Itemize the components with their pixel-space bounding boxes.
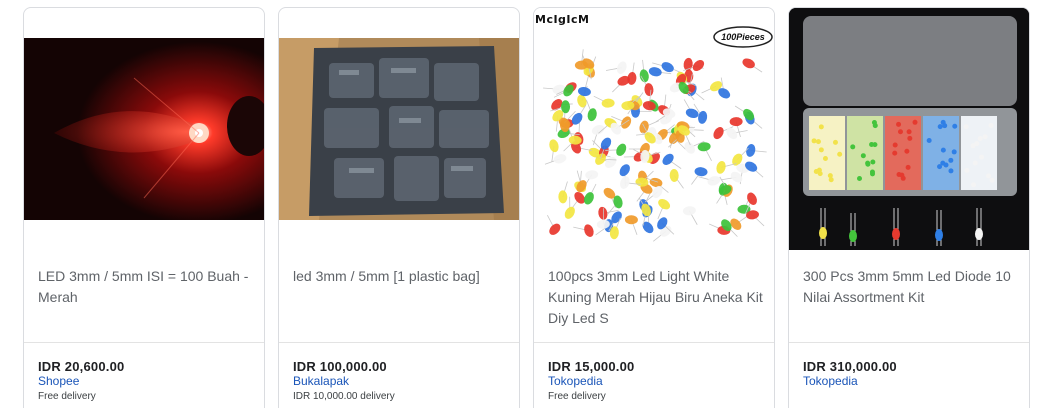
divider — [24, 342, 264, 343]
product-price: IDR 310,000.00 — [803, 359, 897, 374]
seller-link[interactable]: Shopee — [38, 374, 79, 388]
led-assortment-box-photo-icon[interactable] — [789, 8, 1029, 250]
seller-link[interactable]: Tokopedia — [548, 374, 603, 388]
product-carousel: LED 3mm / 5mm ISI = 100 Buah - Merah IDR… — [0, 0, 1041, 408]
colorful-leds-photo-icon[interactable]: McIgIcM 100Pieces — [534, 8, 774, 250]
delivery-info: IDR 10,000.00 delivery — [293, 391, 395, 402]
product-title[interactable]: led 3mm / 5mm [1 plastic bag] — [293, 266, 511, 287]
product-title[interactable]: 100pcs 3mm Led Light White Kuning Merah … — [548, 266, 766, 329]
product-title[interactable]: LED 3mm / 5mm ISI = 100 Buah - Merah — [38, 266, 256, 308]
seller-link[interactable]: Tokopedia — [803, 374, 858, 388]
product-price: IDR 15,000.00 — [548, 359, 635, 374]
divider — [534, 342, 774, 343]
product-card-2[interactable]: led 3mm / 5mm [1 plastic bag] IDR 100,00… — [278, 7, 520, 408]
product-title[interactable]: 300 Pcs 3mm 5mm Led Diode 10 Nilai Assor… — [803, 266, 1021, 308]
quantity-badge: 100Pieces — [712, 25, 774, 49]
brand-logo: McIgIcM — [535, 13, 590, 26]
delivery-info: Free delivery — [548, 391, 606, 402]
divider — [279, 342, 519, 343]
badge-text: 100Pieces — [721, 32, 765, 42]
product-card-4[interactable]: 300 Pcs 3mm 5mm Led Diode 10 Nilai Assor… — [788, 7, 1030, 408]
seller-link[interactable]: Bukalapak — [293, 374, 349, 388]
cardboard-box-photo-icon[interactable] — [279, 38, 519, 220]
product-card-3[interactable]: McIgIcM 100Pieces 100pcs 3mm Led Light W… — [533, 7, 775, 408]
red-led-photo-icon[interactable] — [24, 38, 264, 220]
product-price: IDR 100,000.00 — [293, 359, 387, 374]
delivery-info: Free delivery — [38, 391, 96, 402]
product-card-1[interactable]: LED 3mm / 5mm ISI = 100 Buah - Merah IDR… — [23, 7, 265, 408]
divider — [789, 342, 1029, 343]
product-price: IDR 20,600.00 — [38, 359, 125, 374]
